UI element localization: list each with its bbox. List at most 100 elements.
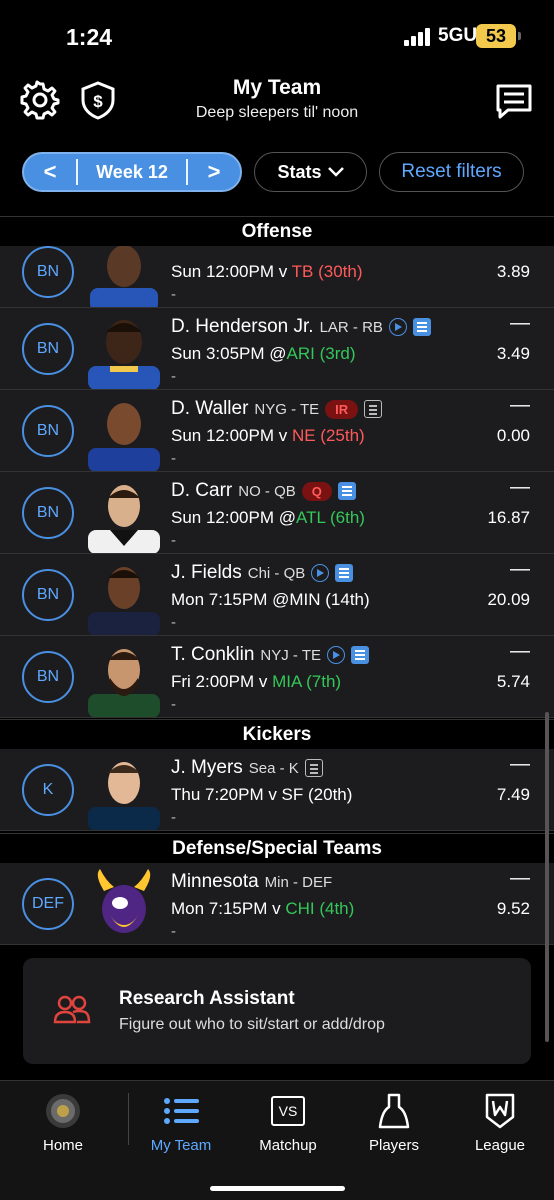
player-row[interactable]: BN J. Fields Chi - QB Mon 7:15PM @MIN (1… — [0, 554, 554, 636]
play-icon[interactable] — [311, 564, 330, 582]
prev-week-button[interactable]: < — [24, 159, 76, 185]
injury-badge: Q — [301, 481, 332, 501]
tab-label: Home — [42, 1137, 83, 1154]
game-time: Sun 12:00PM v — [171, 262, 292, 281]
game-info: Fri 2:00PM v MIA (7th) — [171, 672, 341, 692]
player-row[interactable]: K J. Myers Sea - K Thu 7:20PM v SF (20th… — [0, 749, 554, 831]
player-headshot — [88, 567, 160, 635]
tab-divider — [128, 1093, 129, 1145]
player-headshot — [88, 649, 160, 717]
tab-my-team[interactable]: My Team — [131, 1091, 231, 1154]
tab-home[interactable]: Home — [13, 1091, 113, 1154]
player-row[interactable]: BN D. Carr NO - QB Q Sun 12:00PM @ATL (6… — [0, 472, 554, 554]
reset-filters-button[interactable]: Reset filters — [379, 152, 524, 192]
news-note-icon[interactable] — [364, 400, 383, 418]
news-note-icon[interactable] — [412, 318, 431, 336]
game-time: Sun 12:00PM v — [171, 426, 292, 445]
tab-bar: Home My Team VS Matchup Players League — [0, 1080, 554, 1200]
projected-points: 0.00 — [496, 426, 530, 445]
tab-label: League — [474, 1137, 526, 1154]
slot-badge[interactable]: BN — [22, 405, 74, 457]
opponent-rank: NE (25th) — [291, 426, 365, 445]
slot-badge[interactable]: BN — [22, 651, 74, 703]
player-name[interactable]: J. Fields — [171, 562, 242, 584]
news-note-icon[interactable] — [335, 564, 354, 582]
slot-badge[interactable]: BN — [22, 569, 74, 621]
slot-badge[interactable]: BN — [22, 487, 74, 539]
player-headshot — [88, 403, 160, 471]
game-time: Fri 2:00PM v — [171, 672, 273, 691]
status-time: 1:24 — [66, 24, 113, 50]
player-team-position: Sea - K — [248, 759, 299, 777]
vs-icon-label: VS — [271, 1096, 305, 1126]
player-name-line: Minnesota Min - DEF — [171, 871, 332, 893]
team-name[interactable]: Minnesota — [171, 871, 259, 893]
chat-icon[interactable] — [492, 78, 536, 122]
game-status: - — [171, 614, 176, 631]
play-icon[interactable] — [327, 646, 345, 664]
league-shield-icon — [450, 1091, 550, 1131]
player-team-position: Min - DEF — [264, 873, 333, 891]
actual-points: — — [510, 558, 530, 580]
player-headshot — [88, 485, 160, 553]
status-bar: 1:24 5GUC 53 — [0, 0, 554, 72]
divider — [76, 159, 78, 185]
player-name-line: J. Fields Chi - QB — [171, 562, 354, 584]
research-assistant-card[interactable]: Research Assistant Figure out who to sit… — [23, 958, 531, 1064]
vs-icon: VS — [238, 1091, 338, 1131]
slot-badge[interactable]: K — [22, 764, 74, 816]
section-kickers: Kickers — [0, 719, 554, 749]
projected-points: 3.49 — [496, 344, 530, 363]
slot-badge[interactable]: DEF — [22, 878, 74, 930]
chevron-down-icon — [327, 167, 344, 177]
player-name-line: D. Henderson Jr. LAR - RB — [171, 316, 431, 338]
player-name-line: D. Carr NO - QB Q — [171, 480, 356, 502]
player-name[interactable]: T. Conklin — [171, 644, 254, 666]
game-status: - — [171, 809, 176, 826]
app-header: $ My Team Deep sleepers til' noon — [0, 72, 554, 132]
game-time: Mon 7:15PM v — [171, 899, 286, 918]
player-row[interactable]: BN Sun 12:00PM v TB (30th) - 3.89 — [0, 246, 554, 308]
slot-badge[interactable]: BN — [22, 323, 74, 375]
week-label[interactable]: Week 12 — [78, 162, 186, 183]
player-name[interactable]: D. Henderson Jr. — [171, 316, 314, 338]
projected-points: 7.49 — [496, 785, 530, 804]
player-row[interactable]: BN D. Henderson Jr. LAR - RB Sun 3:05PM … — [0, 308, 554, 390]
news-note-icon[interactable] — [351, 646, 369, 664]
home-indicator — [210, 1186, 345, 1191]
game-status: - — [171, 450, 176, 467]
projected-points: 5.74 — [496, 672, 530, 691]
play-icon[interactable] — [388, 318, 407, 336]
slot-badge[interactable]: BN — [22, 246, 74, 298]
game-info: Sun 3:05PM @ARI (3rd) — [171, 344, 356, 364]
opponent-rank: CHI (4th) — [285, 899, 355, 918]
player-name[interactable]: D. Waller — [171, 398, 248, 420]
player-name[interactable]: D. Carr — [171, 480, 232, 502]
tab-label: Matchup — [259, 1137, 317, 1154]
news-note-icon[interactable] — [337, 482, 356, 500]
player-row[interactable]: BN T. Conklin NYJ - TE Fri 2:00PM v MIA … — [0, 636, 554, 718]
tab-league[interactable]: League — [450, 1091, 550, 1154]
next-week-button[interactable]: > — [188, 159, 240, 185]
opponent-rank: ATL (6th) — [296, 508, 365, 527]
player-headshot — [88, 762, 160, 830]
scrollbar[interactable] — [545, 712, 549, 1042]
game-info: Sun 12:00PM v NE (25th) — [171, 426, 365, 446]
list-icon — [131, 1091, 231, 1131]
player-row[interactable]: DEF Minnesota Min - DEF Mon 7:15PM v CHI… — [0, 863, 554, 945]
stats-dropdown[interactable]: Stats — [254, 152, 367, 192]
news-note-icon[interactable] — [304, 759, 323, 777]
game-info: Mon 7:15PM @MIN (14th) — [171, 590, 370, 609]
section-offense: Offense — [0, 216, 554, 246]
team-name: Deep sleepers til' noon — [195, 104, 359, 121]
tab-players[interactable]: Players — [344, 1091, 444, 1154]
game-info: Sun 12:00PM @ATL (6th) — [171, 508, 365, 528]
tab-matchup[interactable]: VS Matchup — [238, 1091, 338, 1154]
projected-points: 16.87 — [487, 508, 530, 527]
research-title: Research Assistant — [119, 988, 295, 1009]
player-row[interactable]: BN D. Waller NYG - TE IR Sun 12:00PM v N… — [0, 390, 554, 472]
injury-badge: IR — [325, 399, 359, 419]
filter-row: < Week 12 > Stats Reset filters — [0, 150, 554, 196]
page-title: My Team — [232, 76, 322, 99]
player-name[interactable]: J. Myers — [171, 757, 243, 779]
